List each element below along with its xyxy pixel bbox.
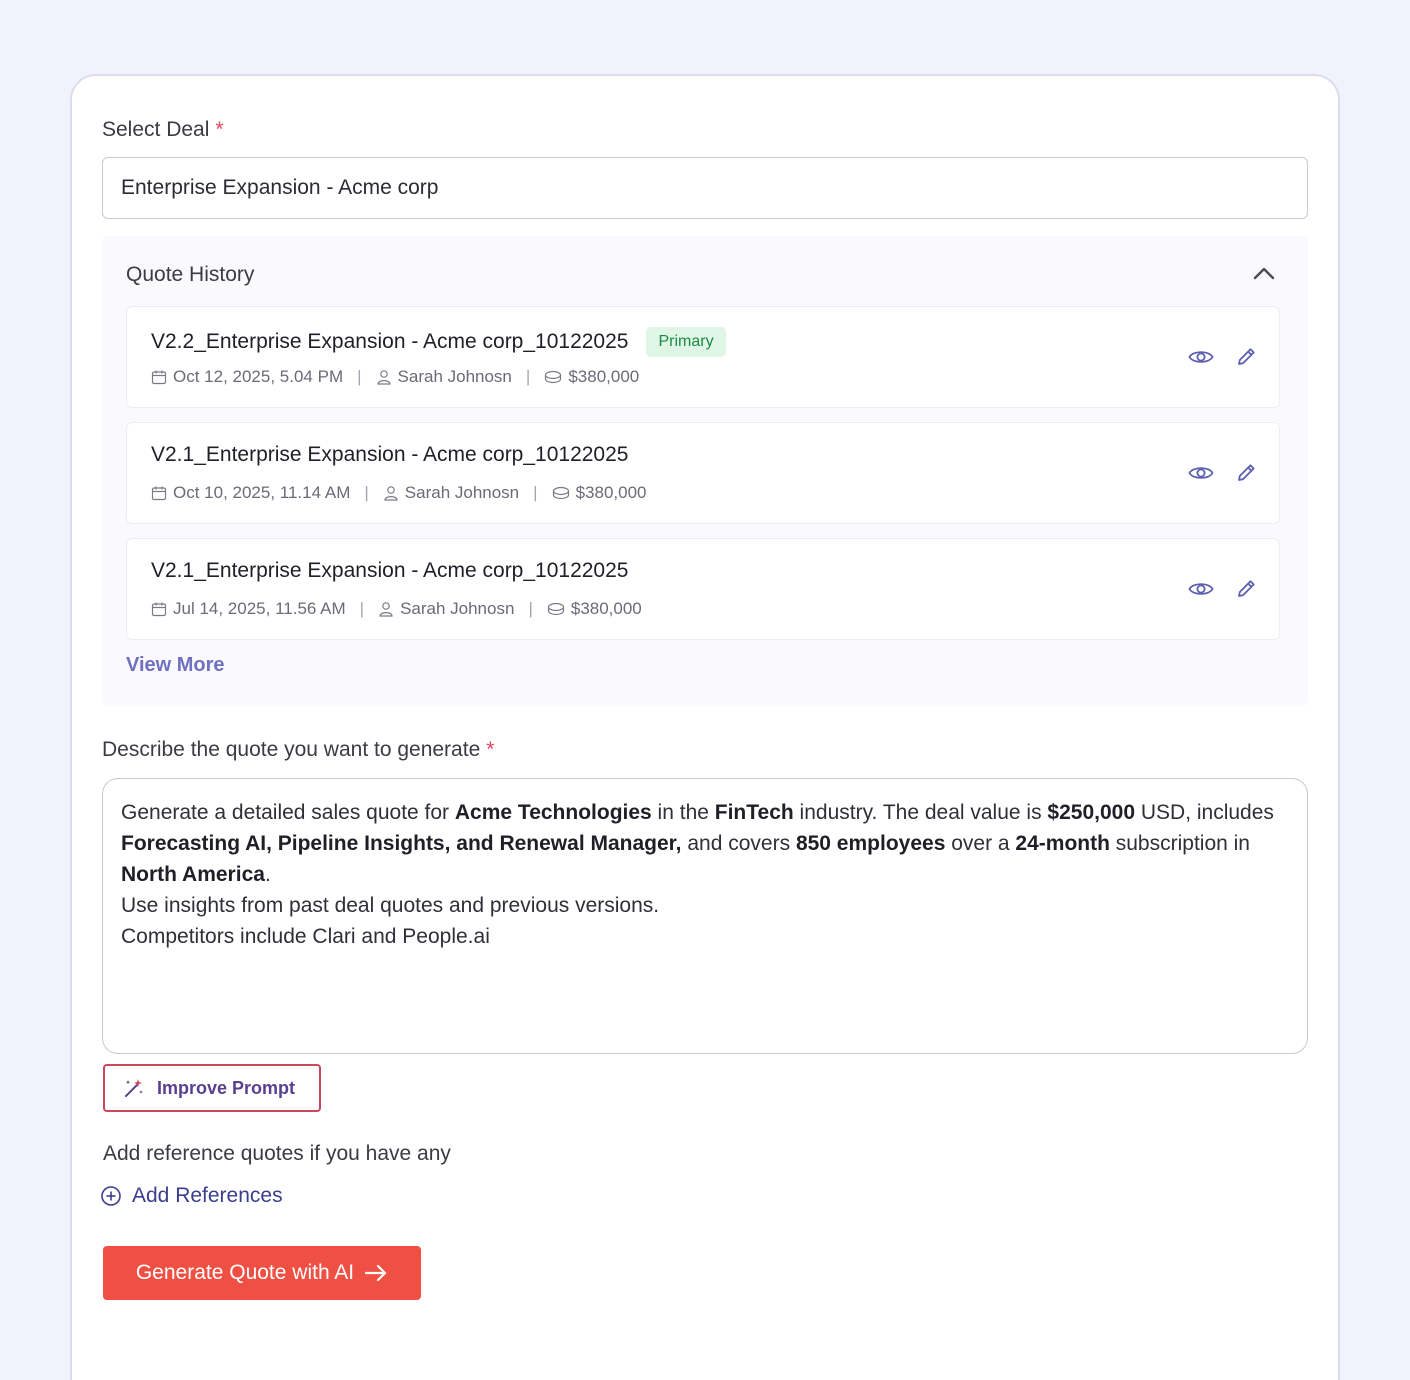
prompt-text: Generate a detailed sales quote for bbox=[121, 801, 455, 824]
quote-history-title: Quote History bbox=[126, 263, 255, 286]
magic-wand-icon bbox=[125, 1079, 143, 1097]
quote-history-item[interactable]: V2.1_Enterprise Expansion - Acme corp_10… bbox=[126, 538, 1280, 640]
quote-date: Oct 12, 2025, 5.04 PM bbox=[173, 367, 344, 386]
meta-separator: | bbox=[528, 599, 533, 618]
quote-date: Jul 14, 2025, 11.56 AM bbox=[173, 599, 346, 618]
view-button[interactable] bbox=[1187, 343, 1215, 371]
calendar-icon bbox=[151, 370, 167, 385]
meta-separator: | bbox=[357, 367, 362, 386]
prompt-text: industry. The deal value is bbox=[793, 801, 1048, 824]
prompt-bold: FinTech bbox=[714, 801, 794, 824]
prompt-textarea[interactable]: Generate a detailed sales quote for Acme… bbox=[102, 778, 1308, 1054]
references-label: Add reference quotes if you have any bbox=[103, 1142, 451, 1165]
prompt-bold: North America bbox=[121, 863, 265, 886]
plus-circle-icon bbox=[101, 1186, 121, 1206]
prompt-text: over a bbox=[945, 832, 1016, 855]
add-references-label: Add References bbox=[132, 1184, 283, 1207]
deal-select-value: Enterprise Expansion - Acme corp bbox=[121, 176, 439, 199]
quote-title[interactable]: V2.1_Enterprise Expansion - Acme corp_10… bbox=[151, 559, 628, 583]
meta-separator: | bbox=[525, 367, 531, 386]
meta-separator: | bbox=[364, 483, 369, 502]
pencil-icon bbox=[1238, 580, 1255, 597]
prompt-text: USD, includes bbox=[1135, 801, 1274, 824]
meta-separator: | bbox=[533, 483, 538, 502]
add-references-button[interactable]: Add References bbox=[100, 1184, 283, 1208]
quote-history-panel: Quote History V2.2_Enterprise Expansion … bbox=[102, 236, 1308, 706]
required-mark: * bbox=[486, 738, 495, 761]
prompt-text: . bbox=[264, 863, 271, 886]
prompt-bold: Acme Technologies bbox=[454, 801, 652, 824]
prompt-label: Describe the quote you want to generate * bbox=[102, 738, 494, 762]
prompt-bold: 850 employees bbox=[795, 832, 946, 855]
generate-quote-button[interactable]: Generate Quote with AI bbox=[103, 1246, 421, 1300]
arrow-right-icon bbox=[365, 1264, 387, 1282]
user-icon bbox=[379, 602, 393, 617]
quote-amount: $380,000 bbox=[575, 483, 647, 502]
pencil-icon bbox=[1238, 464, 1255, 481]
quote-form-card: Select Deal * Enterprise Expansion - Acme… bbox=[70, 74, 1340, 1380]
quote-date: Oct 10, 2025, 11.14 AM bbox=[173, 483, 351, 502]
prompt-paragraph: Generate a detailed sales quote for Acme… bbox=[121, 797, 1289, 890]
quote-title[interactable]: V2.1_Enterprise Expansion - Acme corp_10… bbox=[151, 443, 628, 467]
prompt-line: Competitors include Clari and People.ai bbox=[121, 925, 490, 948]
user-icon bbox=[384, 486, 398, 501]
quote-owner: Sarah Johnosn bbox=[404, 483, 520, 502]
eye-icon bbox=[1188, 583, 1214, 595]
quote-history-item[interactable]: V2.1_Enterprise Expansion - Acme corp_10… bbox=[126, 422, 1280, 524]
view-button[interactable] bbox=[1187, 459, 1215, 487]
prompt-text: in the bbox=[651, 801, 715, 824]
pencil-icon bbox=[1238, 348, 1255, 365]
edit-button[interactable] bbox=[1232, 575, 1260, 603]
edit-button[interactable] bbox=[1232, 459, 1260, 487]
primary-badge: Primary bbox=[646, 327, 726, 357]
deal-select-input[interactable]: Enterprise Expansion - Acme corp bbox=[102, 157, 1308, 219]
prompt-line: Use insights from past deal quotes and p… bbox=[121, 894, 660, 917]
improve-prompt-button[interactable]: Improve Prompt bbox=[103, 1064, 321, 1112]
select-deal-label-text: Select Deal bbox=[102, 118, 210, 141]
view-more-link[interactable]: View More bbox=[126, 654, 225, 677]
quote-owner: Sarah Johnosn bbox=[400, 599, 515, 618]
coins-icon bbox=[552, 486, 569, 500]
quote-history-item[interactable]: V2.2_Enterprise Expansion - Acme corp_10… bbox=[126, 306, 1280, 408]
quote-owner: Sarah Johnosn bbox=[397, 367, 512, 386]
prompt-bold: 24-month bbox=[1015, 832, 1110, 855]
calendar-icon bbox=[151, 486, 167, 501]
quote-amount: $380,000 bbox=[568, 367, 640, 386]
edit-button[interactable] bbox=[1232, 343, 1260, 371]
prompt-label-text: Describe the quote you want to generate bbox=[102, 738, 481, 761]
required-mark: * bbox=[215, 118, 224, 141]
eye-icon bbox=[1188, 351, 1214, 363]
coins-icon bbox=[545, 370, 562, 384]
quote-amount: $380,000 bbox=[570, 599, 642, 618]
chevron-up-icon[interactable] bbox=[1250, 260, 1278, 288]
meta-separator: | bbox=[359, 599, 365, 618]
eye-icon bbox=[1188, 467, 1214, 479]
improve-prompt-label: Improve Prompt bbox=[157, 1077, 296, 1098]
calendar-icon bbox=[151, 602, 167, 617]
user-icon bbox=[376, 370, 391, 385]
prompt-bold: Forecasting AI, Pipeline Insights, and R… bbox=[121, 832, 682, 855]
generate-quote-label: Generate Quote with AI bbox=[135, 1261, 355, 1284]
quote-title[interactable]: V2.2_Enterprise Expansion - Acme corp_10… bbox=[151, 330, 628, 354]
prompt-text: subscription in bbox=[1109, 832, 1250, 855]
select-deal-label: Select Deal * bbox=[102, 118, 224, 142]
coins-icon bbox=[547, 602, 564, 616]
view-button[interactable] bbox=[1187, 575, 1215, 603]
prompt-bold: $250,000 bbox=[1047, 801, 1136, 824]
prompt-text: and covers bbox=[681, 832, 796, 855]
